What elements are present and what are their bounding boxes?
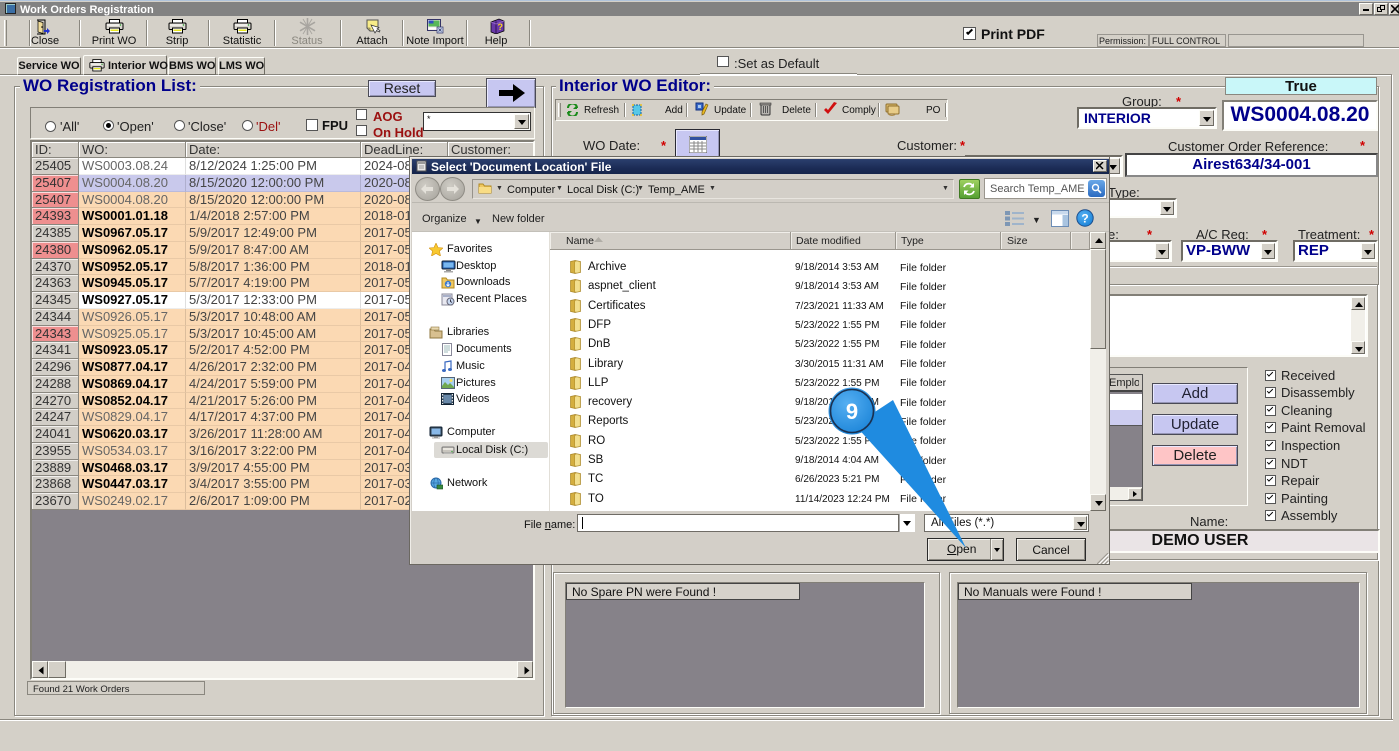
svg-text:9: 9 — [846, 399, 858, 424]
svg-text:?: ? — [498, 22, 504, 32]
svg-text:?: ? — [1081, 212, 1088, 226]
